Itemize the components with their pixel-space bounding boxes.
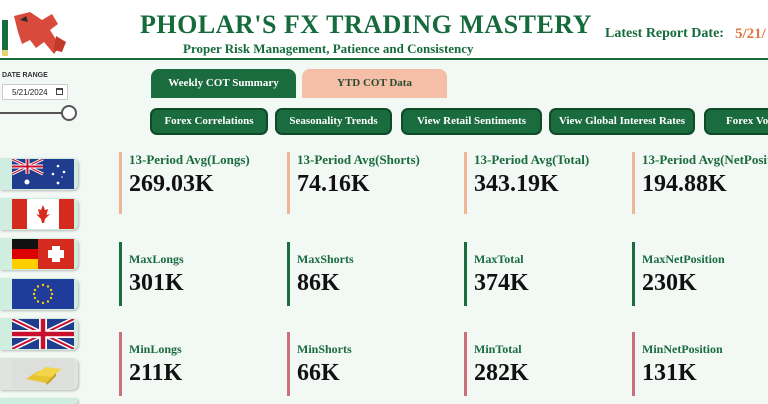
- kpi-label: MinLongs: [129, 342, 182, 356]
- kpi-avg-net-position: 13-Period Avg(NetPosit 194.88K: [632, 152, 768, 214]
- kpi-value: 343.19K: [474, 171, 559, 197]
- germany-switzerland-flag-icon: [12, 239, 74, 269]
- kpi-label: 13-Period Avg(Longs): [129, 152, 250, 167]
- tab-ytd-cot-data[interactable]: YTD COT Data: [302, 69, 447, 98]
- kpi-label: MinTotal: [474, 342, 522, 356]
- page-title: PHOLAR'S FX TRADING MASTERY: [140, 10, 592, 39]
- kpi-label: MaxNetPosition: [642, 252, 725, 266]
- kpi-label: MinShorts: [297, 342, 352, 356]
- kpi-min-longs: MinLongs 211K: [119, 332, 182, 396]
- report-date-label: Latest Report Date:: [605, 26, 724, 41]
- calendar-icon[interactable]: [56, 88, 63, 95]
- date-range-slider-handle[interactable]: [61, 105, 77, 121]
- forex-correlations-button[interactable]: Forex Correlations: [152, 110, 266, 133]
- date-range-input[interactable]: 5/21/2024: [2, 84, 68, 100]
- date-range-slider-track[interactable]: [0, 112, 66, 114]
- gold-bar-icon: [12, 359, 74, 389]
- australia-flag-icon: [12, 159, 74, 189]
- kpi-label: MaxLongs: [129, 252, 184, 266]
- currency-button-partial[interactable]: [0, 398, 78, 404]
- date-range-label: DATE RANGE: [2, 72, 48, 79]
- kpi-value: 194.88K: [642, 171, 727, 197]
- kpi-label: 13-Period Avg(Total): [474, 152, 590, 167]
- seasonality-trends-button[interactable]: Seasonality Trends: [277, 110, 390, 133]
- canada-flag-icon: [12, 199, 74, 229]
- kpi-value: 66K: [297, 360, 340, 386]
- kpi-value: 86K: [297, 270, 340, 296]
- currency-button-eur[interactable]: [0, 278, 78, 310]
- kpi-max-shorts: MaxShorts 86K: [287, 242, 354, 306]
- view-retail-sentiments-button[interactable]: View Retail Sentiments: [403, 110, 540, 133]
- kpi-max-net-position: MaxNetPosition 230K: [632, 242, 725, 306]
- kpi-label: MaxTotal: [474, 252, 524, 266]
- european-union-flag-icon: [12, 279, 74, 309]
- kpi-max-longs: MaxLongs 301K: [119, 242, 184, 306]
- kpi-avg-longs: 13-Period Avg(Longs) 269.03K: [119, 152, 250, 214]
- kpi-value: 230K: [642, 270, 697, 296]
- kpi-min-net-position: MinNetPosition 131K: [632, 332, 723, 396]
- kpi-label: MaxShorts: [297, 252, 354, 266]
- kpi-max-total: MaxTotal 374K: [464, 242, 529, 306]
- currency-button-gbp[interactable]: [0, 318, 78, 350]
- kpi-value: 211K: [129, 360, 183, 386]
- kpi-avg-total: 13-Period Avg(Total) 343.19K: [464, 152, 589, 214]
- report-date-value: 5/21/: [735, 26, 766, 42]
- kpi-value: 282K: [474, 360, 529, 386]
- kpi-value: 269.03K: [129, 171, 214, 197]
- kpi-min-shorts: MinShorts 66K: [287, 332, 352, 396]
- united-kingdom-flag-icon: [12, 319, 74, 349]
- kpi-value: 374K: [474, 270, 529, 296]
- header: PHOLAR'S FX TRADING MASTERY Proper Risk …: [0, 0, 768, 60]
- kpi-value: 301K: [129, 270, 184, 296]
- currency-button-aud[interactable]: [0, 158, 78, 190]
- kpi-label: 13-Period Avg(Shorts): [297, 152, 420, 167]
- kpi-value: 131K: [642, 360, 697, 386]
- bull-bear-logo-icon: [0, 6, 76, 58]
- forex-volume-button[interactable]: Forex Vo: [706, 110, 768, 133]
- kpi-value: 74.16K: [297, 171, 370, 197]
- tab-weekly-cot-summary[interactable]: Weekly COT Summary: [151, 69, 296, 98]
- currency-button-cad[interactable]: [0, 198, 78, 230]
- view-global-interest-rates-button[interactable]: View Global Interest Rates: [551, 110, 693, 133]
- date-range-value: 5/21/2024: [12, 88, 48, 97]
- kpi-min-total: MinTotal 282K: [464, 332, 529, 396]
- kpi-label: 13-Period Avg(NetPosit: [642, 152, 768, 167]
- kpi-avg-shorts: 13-Period Avg(Shorts) 74.16K: [287, 152, 420, 214]
- kpi-label: MinNetPosition: [642, 342, 723, 356]
- page-subtitle: Proper Risk Management, Patience and Con…: [183, 41, 474, 56]
- currency-button-xau[interactable]: [0, 358, 78, 390]
- currency-button-chf[interactable]: [0, 238, 78, 270]
